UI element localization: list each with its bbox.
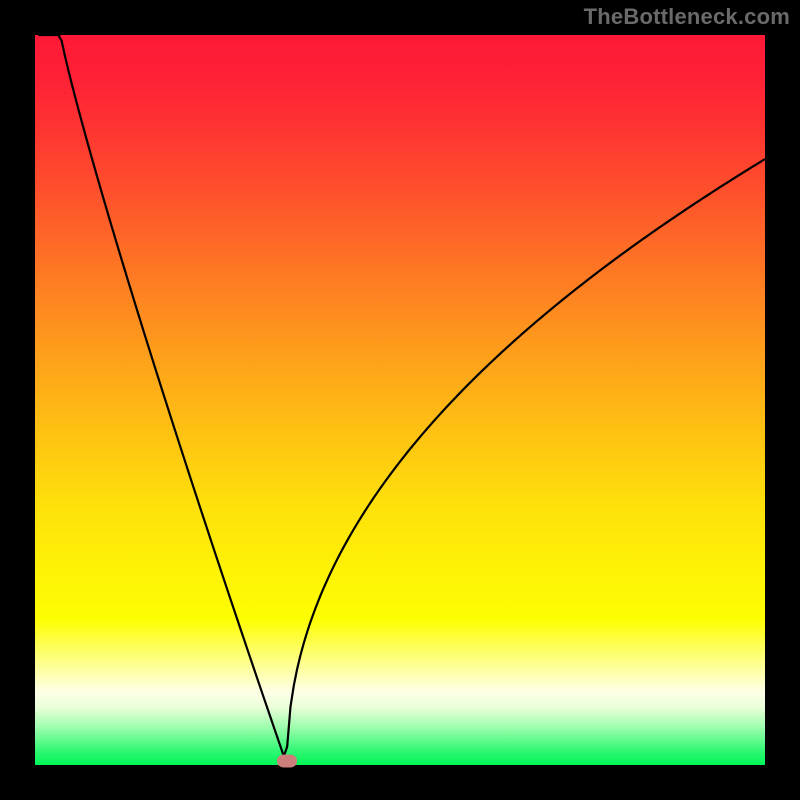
curve-layer: [0, 0, 800, 800]
minimum-marker: [277, 755, 297, 768]
attribution-text: TheBottleneck.com: [584, 4, 790, 30]
chart-frame: TheBottleneck.com: [0, 0, 800, 800]
bottleneck-curve: [38, 35, 765, 756]
